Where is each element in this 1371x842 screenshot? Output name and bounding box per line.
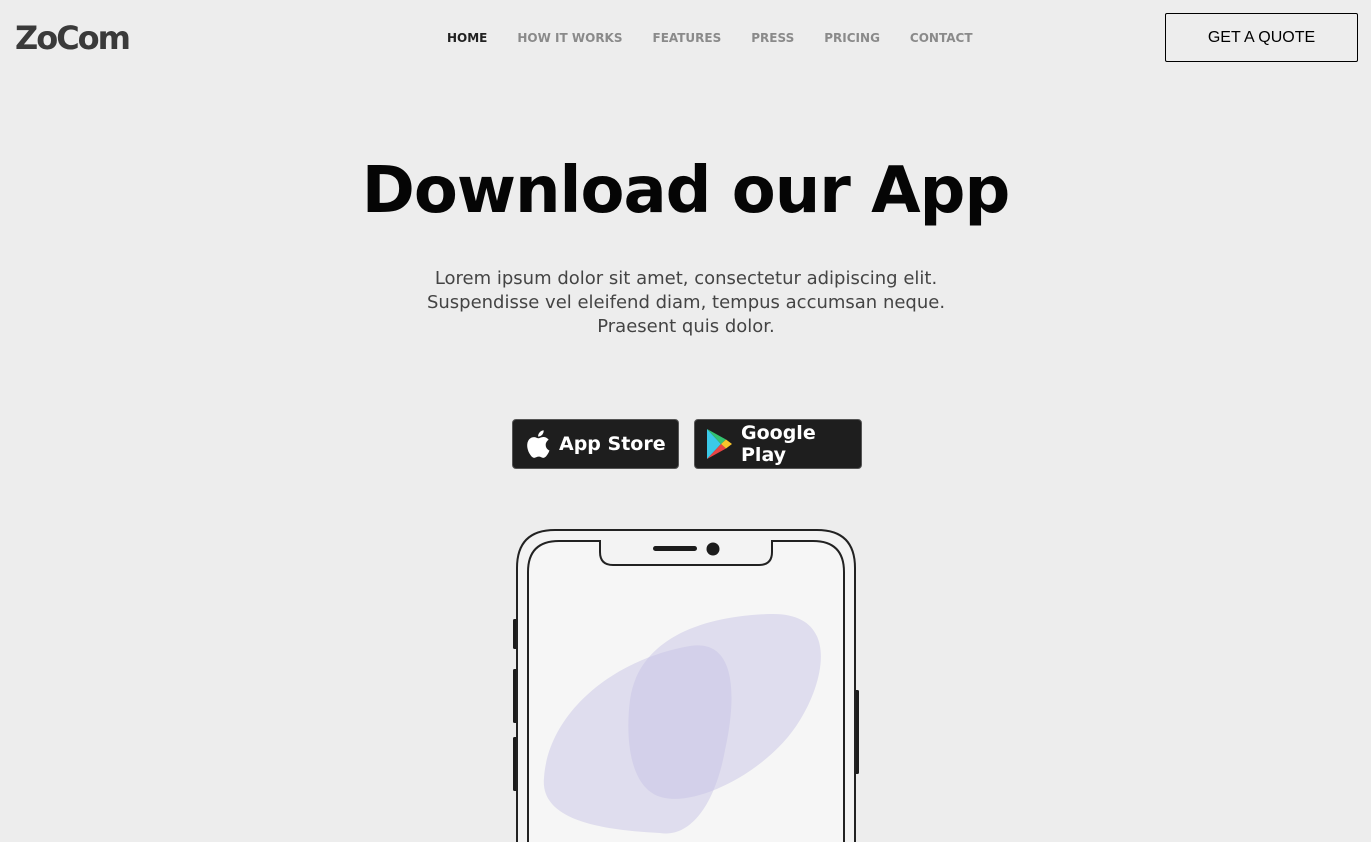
app-store-button[interactable]: App Store <box>512 419 679 469</box>
hero-subtitle: Lorem ipsum dolor sit amet, consectetur … <box>426 268 946 337</box>
landing-page: ZoCom HOME HOW IT WORKS FEATURES PRESS P… <box>0 0 1371 842</box>
apple-icon <box>523 428 551 460</box>
nav-item-features[interactable]: FEATURES <box>653 29 722 47</box>
logo[interactable]: ZoCom <box>15 18 131 58</box>
nav-item-home[interactable]: HOME <box>447 29 487 47</box>
get-a-quote-button[interactable]: GET A QUOTE <box>1165 13 1358 62</box>
google-play-button[interactable]: Google Play <box>694 419 862 469</box>
main-nav: HOME HOW IT WORKS FEATURES PRESS PRICING… <box>432 29 988 47</box>
page-title: Download our App <box>361 154 1011 228</box>
google-play-label: Google Play <box>741 422 816 466</box>
phone-speaker <box>653 546 697 551</box>
nav-item-contact[interactable]: CONTACT <box>910 29 973 47</box>
phone-illustration <box>500 520 870 842</box>
phone-camera <box>706 542 720 556</box>
nav-item-press[interactable]: PRESS <box>751 29 794 47</box>
app-store-label: App Store <box>559 433 666 455</box>
google-play-icon <box>705 428 733 460</box>
nav-item-pricing[interactable]: PRICING <box>824 29 880 47</box>
nav-item-how-it-works[interactable]: HOW IT WORKS <box>517 29 622 47</box>
